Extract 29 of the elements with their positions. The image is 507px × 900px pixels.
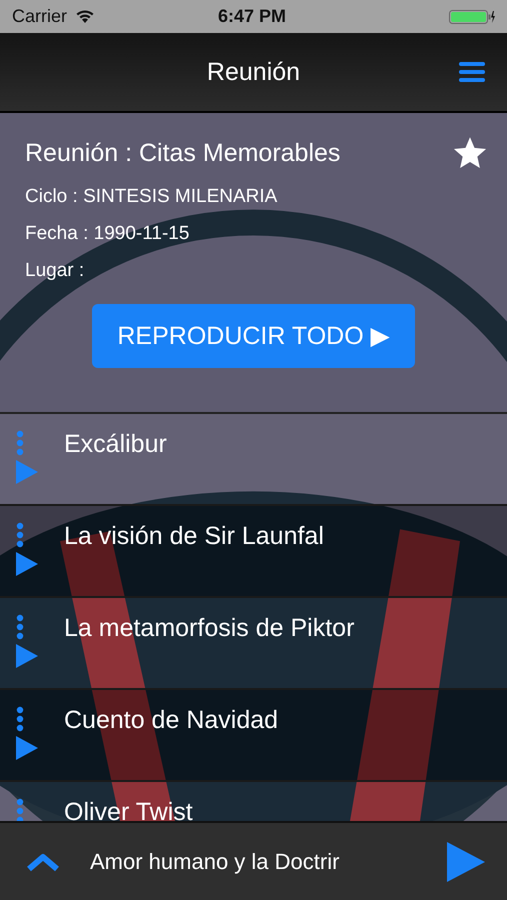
star-icon[interactable]	[452, 135, 488, 171]
carrier-label: Carrier	[12, 6, 68, 27]
now-playing-title: Amor humano y la Doctrir	[90, 848, 340, 874]
track-row[interactable]: La visión de Sir Launfal	[0, 506, 507, 598]
play-all-button[interactable]: REPRODUCIR TODO ▶	[92, 304, 415, 368]
more-icon[interactable]	[16, 614, 24, 640]
play-icon[interactable]	[16, 736, 38, 760]
meeting-title: Reunión : Citas Memorables	[25, 138, 340, 168]
track-title: La visión de Sir Launfal	[64, 522, 324, 551]
screen-title: Reunión	[206, 58, 300, 86]
track-title: La metamorfosis de Piktor	[64, 614, 354, 643]
track-title: Cuento de Navidad	[64, 706, 278, 735]
wifi-icon	[75, 9, 96, 24]
menu-icon[interactable]	[459, 61, 485, 83]
chevron-up-icon[interactable]	[26, 852, 60, 872]
more-icon[interactable]	[16, 522, 24, 548]
meeting-detail: Fecha : 1990-11-15	[25, 223, 190, 245]
clock: 6:47 PM	[216, 6, 288, 27]
more-icon[interactable]	[16, 706, 24, 732]
track-row[interactable]: Cuento de Navidad	[0, 690, 507, 782]
play-icon[interactable]	[16, 552, 38, 576]
battery-icon	[449, 10, 495, 24]
more-icon[interactable]	[16, 798, 24, 821]
track-row[interactable]: La metamorfosis de Piktor	[0, 598, 507, 690]
meeting-detail: Ciclo : SINTESIS MILENARIA	[25, 186, 278, 208]
track-title: Excálibur	[64, 430, 167, 459]
meeting-detail: Lugar :	[25, 260, 84, 282]
play-icon[interactable]	[447, 842, 485, 882]
play-icon[interactable]	[16, 644, 38, 668]
